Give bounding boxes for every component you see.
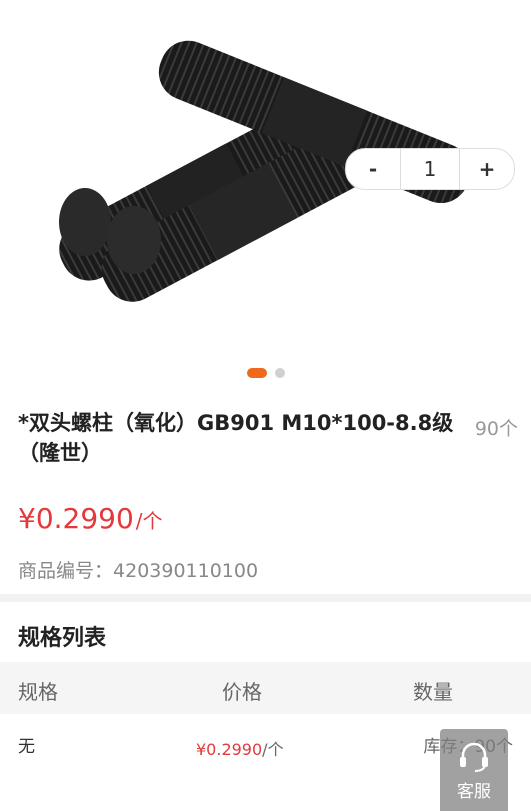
increase-button[interactable]: + <box>460 149 514 189</box>
row-spec: 无 <box>18 737 35 757</box>
product-unit-note: 90个 <box>474 418 518 440</box>
product-price: ¥0.2990/个 <box>18 502 163 535</box>
decrease-button[interactable]: - <box>346 149 400 189</box>
row-price-value: ¥0.2990 <box>196 740 263 759</box>
quantity-value[interactable]: 1 <box>400 149 460 189</box>
quantity-stepper[interactable]: - 1 + <box>345 148 515 190</box>
header-spec: 规格 <box>18 680 58 704</box>
headset-icon <box>460 742 488 772</box>
product-code-value: 420390110100 <box>113 560 259 582</box>
gallery-dot-active[interactable] <box>246 368 267 378</box>
spec-list-title: 规格列表 <box>18 626 107 651</box>
product-code-label: 商品编号： <box>18 560 114 582</box>
gallery-dot[interactable] <box>274 368 285 378</box>
row-price-unit: /个 <box>262 740 284 759</box>
product-price-value: ¥0.2990 <box>18 502 134 535</box>
header-quantity: 数量 <box>413 680 453 704</box>
product-title: *双头螺柱（氧化）GB901 M10*100-8.8级（隆世） <box>18 411 454 465</box>
row-price: ¥0.2990/个 <box>196 736 284 760</box>
product-image-gallery[interactable] <box>0 0 531 396</box>
customer-service-button[interactable]: 客服 <box>440 729 508 811</box>
spec-table-header: 规格 价格 数量 <box>0 662 531 714</box>
product-code: 商品编号：420390110100 <box>18 556 258 583</box>
customer-service-label: 客服 <box>457 782 491 802</box>
product-price-unit: /个 <box>135 509 163 533</box>
product-info: *双头螺柱（氧化）GB901 M10*100-8.8级（隆世） 90个 ¥0.2… <box>0 396 531 594</box>
header-price: 价格 <box>222 680 262 704</box>
gallery-pagination[interactable] <box>0 368 531 378</box>
